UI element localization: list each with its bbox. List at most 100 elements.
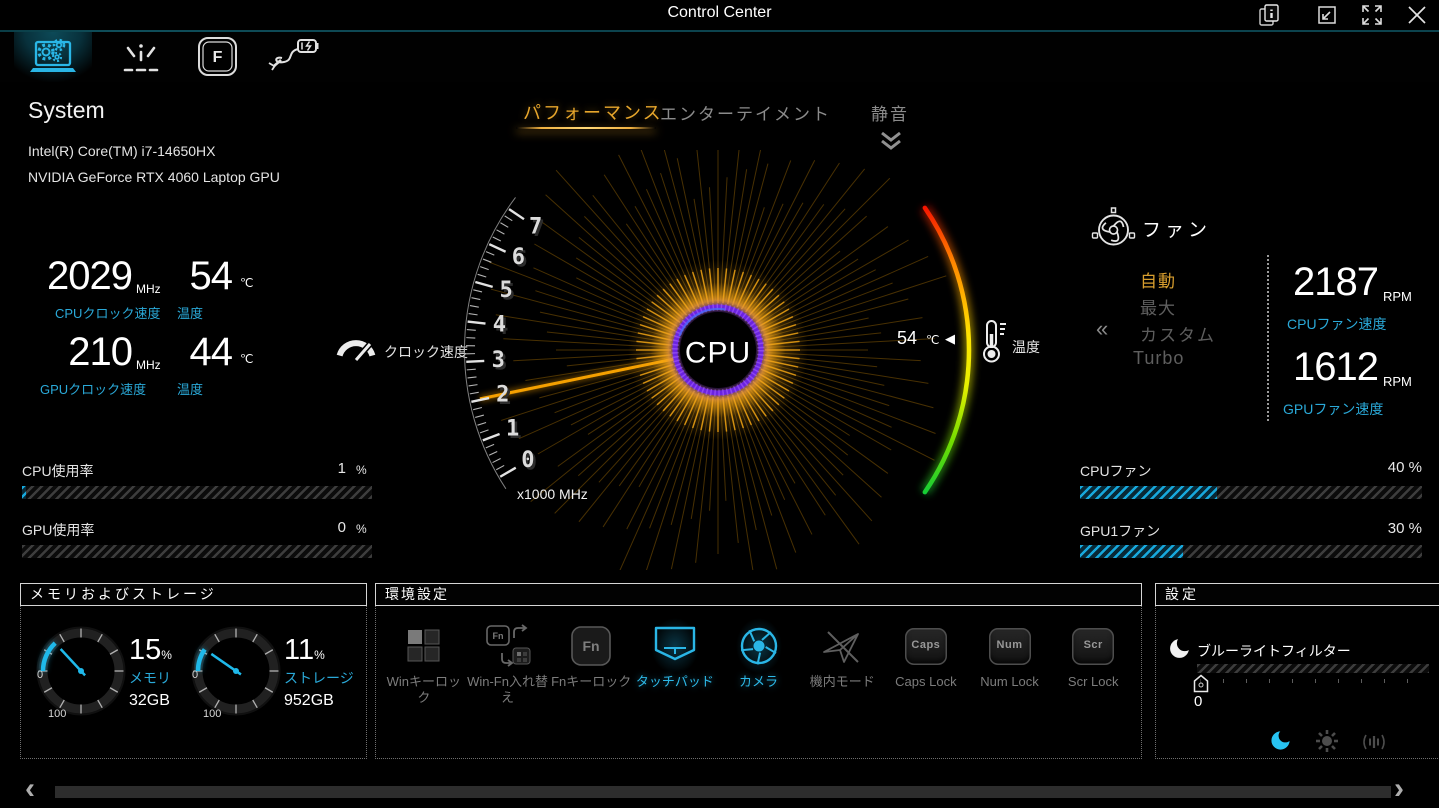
svg-text:0: 0 (521, 448, 534, 473)
fan-section-divider (1267, 255, 1269, 421)
moon-icon (1271, 729, 1292, 750)
storage-usage-text: 11% ストレージ 952GB (284, 634, 354, 710)
cpu-temp-unit: ℃ (240, 276, 254, 290)
system-monitor-icon (30, 38, 76, 72)
env-item-camera[interactable]: カメラ (717, 618, 801, 707)
cpu-fan-rpm-unit: RPM (1383, 289, 1412, 304)
env-item-airplane-mode[interactable]: 機内モード (800, 618, 884, 707)
cpu-clock-value: 2029 (47, 254, 133, 298)
maximize-button[interactable] (1351, 0, 1393, 30)
tab-performance[interactable]: パフォーマンス (523, 99, 663, 125)
env-item-label: タッチパッド (635, 674, 714, 689)
storage-percent: 11 (284, 634, 315, 666)
fan-mode-auto[interactable]: 自動 (1140, 267, 1176, 292)
nav-tab-backlight[interactable] (116, 32, 166, 82)
fan-title: ファン (1142, 220, 1212, 241)
gpu-name: NVIDIA GeForce RTX 4060 Laptop GPU (28, 169, 280, 185)
page-title: System (28, 97, 105, 123)
nav-tab-power[interactable] (263, 32, 323, 82)
nav-tab-system[interactable] (14, 32, 92, 82)
cpu-fan-usage-value: 40 % (1387, 459, 1422, 476)
gpu-fan-label: GPUファン速度 (1283, 401, 1384, 417)
fan-icon-wrap (1090, 206, 1138, 255)
window-title: Control Center (667, 4, 772, 21)
blue-light-slider-track[interactable] (1197, 664, 1429, 673)
restore-icon (1318, 6, 1336, 24)
tab-quiet[interactable]: 静音 (871, 100, 909, 125)
nav-tab-fn-keys[interactable]: F (192, 32, 242, 82)
fan-custom-expander-icon[interactable]: « (1096, 316, 1108, 342)
close-button[interactable] (1396, 0, 1438, 30)
storage-usage-gauge: 0 100 (191, 626, 281, 720)
fn-key-icon: F (198, 37, 237, 76)
gauge-temp-value: 54 (897, 328, 918, 348)
gpu-fan-usage-value: 30 % (1387, 520, 1422, 537)
fan-mode-max[interactable]: 最大 (1140, 294, 1176, 319)
tab-entertainment[interactable]: エンターテイメント (660, 100, 831, 125)
env-item-win-fn-swap[interactable]: Fn Win-Fn入れ替え (466, 618, 550, 707)
close-icon (1408, 6, 1426, 24)
svg-text:2: 2 (496, 383, 509, 408)
env-item-scr-lock[interactable]: Scr Scr Lock (1051, 618, 1135, 707)
num-lock-key-icon: Num (988, 618, 1031, 674)
settings-sound-tab[interactable] (1360, 732, 1388, 757)
gpu-usage-value: 0 (337, 519, 346, 536)
storage-capacity: 952GB (284, 692, 334, 709)
svg-text:1: 1 (506, 416, 519, 441)
svg-text:Fn: Fn (492, 631, 503, 641)
svg-text:Fn: Fn (583, 638, 600, 654)
env-item-label: 機内モード (809, 674, 875, 689)
scroll-right-icon[interactable]: › (1394, 774, 1404, 804)
gauge-temp-arc (920, 205, 974, 495)
storage-label: ストレージ (284, 670, 354, 686)
title-bar: Control Center (0, 0, 1439, 30)
control-center-window: Control Center F System Intel(R) Core(TM… (0, 0, 1439, 808)
cpu-clock-unit: MHz (136, 282, 161, 296)
fan-icon (1091, 207, 1136, 246)
svg-text:6: 6 (512, 245, 525, 270)
cpu-temp-label: 温度 (177, 306, 204, 321)
memory-label: メモリ (129, 670, 171, 686)
horizontal-scrollbar-thumb[interactable] (55, 786, 1391, 798)
env-item-touchpad[interactable]: タッチパッド (633, 618, 717, 707)
gpu-fan-usage-label: GPU1ファン (1080, 523, 1161, 539)
gpu-fan-rpm-value: 1612 (1293, 345, 1379, 389)
thermometer-icon (983, 320, 1006, 363)
svg-text:7: 7 (529, 215, 542, 240)
power-adapter-icon (268, 39, 319, 71)
env-item-caps-lock[interactable]: Caps Caps Lock (884, 618, 968, 707)
fan-mode-custom[interactable]: カスタム (1140, 321, 1216, 346)
env-item-fn-key-lock[interactable]: Fn Fnキーロック (549, 618, 633, 707)
airplane-mode-icon (818, 618, 866, 674)
env-item-label: Num Lock (980, 674, 1039, 689)
maximize-icon (1362, 5, 1382, 25)
nav-bar: F (0, 32, 1439, 82)
env-item-label: Scr Lock (1067, 674, 1119, 689)
cpu-fan-rpm-value: 2187 (1293, 260, 1379, 304)
cpu-name: Intel(R) Core(TM) i7-14650HX (28, 143, 216, 159)
sound-icon (1363, 734, 1385, 750)
svg-text:3: 3 (492, 348, 505, 373)
gpu-usage-bar (22, 545, 372, 558)
settings-moon-tab[interactable] (1270, 729, 1292, 756)
caps-lock-key-icon: Caps (904, 618, 947, 674)
cpu-usage-value: 1 (337, 460, 346, 477)
thermometer-icon-wrap (977, 318, 1009, 371)
gpu-fan-usage-bar (1080, 545, 1422, 558)
scr-lock-key-icon: Scr (1072, 618, 1115, 674)
info-button[interactable] (1248, 0, 1290, 30)
cpu-fan-usage-bar-fill (1080, 486, 1217, 499)
env-item-num-lock[interactable]: Num Num Lock (968, 618, 1052, 707)
env-item-win-key-lock[interactable]: Winキーロック (382, 618, 466, 707)
memory-usage-gauge: 0 100 (36, 626, 126, 720)
scroll-left-icon[interactable]: ‹ (25, 774, 35, 804)
cpu-fan-usage-label: CPUファン (1080, 463, 1152, 479)
gpu-temp-value: 44 (189, 330, 234, 374)
camera-icon (735, 618, 782, 674)
fan-mode-turbo[interactable]: Turbo (1133, 348, 1184, 369)
memory-capacity: 32GB (129, 692, 170, 709)
blue-light-slider-ticks (1200, 679, 1430, 683)
settings-brightness-tab[interactable] (1315, 729, 1339, 758)
restore-button[interactable] (1306, 0, 1348, 30)
win-fn-swap-icon: Fn (484, 618, 532, 674)
